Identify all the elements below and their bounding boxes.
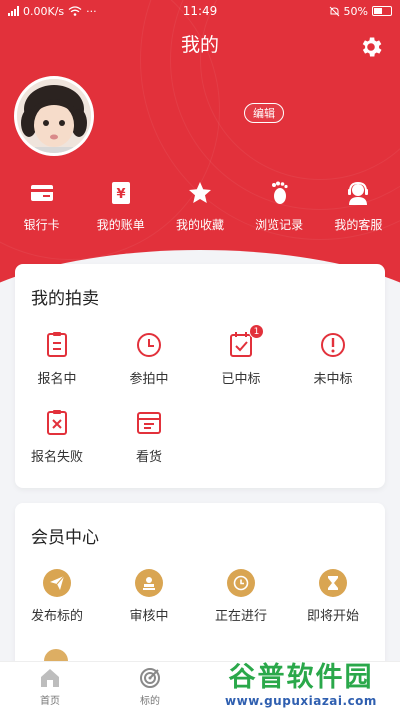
bank-card-icon xyxy=(30,185,53,201)
mute-bell-icon xyxy=(329,6,339,16)
send-icon xyxy=(43,569,71,597)
member-center-title: 会员中心 xyxy=(31,528,99,548)
my-auction-card: 我的拍卖 报名中 参拍中 1 已中标 未中标 报名失败 看货 xyxy=(15,264,385,488)
won-count-badge: 1 xyxy=(249,324,264,339)
alert-icon xyxy=(321,333,345,357)
svg-text:¥: ¥ xyxy=(116,187,125,202)
customer-service-icon xyxy=(348,181,369,205)
auction-register-failed[interactable]: 报名失败 xyxy=(17,408,97,465)
wifi-icon xyxy=(68,6,82,16)
auction-inspect-goods[interactable]: 看货 xyxy=(109,408,189,465)
member-under-review[interactable]: 审核中 xyxy=(109,569,189,624)
home-icon xyxy=(41,668,59,687)
battery-icon xyxy=(372,6,392,16)
quick-link-favorites[interactable]: 我的收藏 xyxy=(162,180,238,233)
tab-home[interactable]: 首页 xyxy=(0,662,100,711)
quick-link-my-bill[interactable]: ¥ 我的账单 xyxy=(83,180,159,233)
member-in-progress[interactable]: 正在进行 xyxy=(201,569,281,624)
quick-link-customer-service[interactable]: 我的客服 xyxy=(320,180,396,233)
network-speed: 0.00K/s xyxy=(23,4,65,18)
tab-lots[interactable]: 标的 xyxy=(100,662,200,711)
hourglass-icon xyxy=(319,569,347,597)
member-publish-lot[interactable]: 发布标的 xyxy=(17,569,97,624)
clock: 11:49 xyxy=(182,4,218,18)
bill-icon: ¥ xyxy=(111,182,130,204)
status-bar: 0.00K/s ··· 11:49 50% xyxy=(0,0,400,22)
auction-not-won[interactable]: 未中标 xyxy=(293,330,373,387)
member-center-card: 会员中心 发布标的 审核中 正在进行 即将开始 xyxy=(15,503,385,678)
member-coming-soon[interactable]: 即将开始 xyxy=(293,569,373,624)
quick-links: 银行卡 ¥ 我的账单 我的收藏 浏览记录 我的客服 xyxy=(0,180,400,233)
watermark-logo: 谷普软件园 www.gupuxiazai.com xyxy=(225,661,377,708)
register-icon xyxy=(47,332,67,357)
target-icon xyxy=(140,667,160,688)
my-auction-title: 我的拍卖 xyxy=(31,289,99,309)
quick-link-bank-card[interactable]: 银行卡 xyxy=(4,180,80,233)
clock-icon xyxy=(227,569,255,597)
star-icon xyxy=(188,182,211,203)
edit-profile-button[interactable]: 编辑 xyxy=(244,103,284,123)
clock-icon xyxy=(137,333,161,357)
inspect-goods-icon xyxy=(137,412,161,434)
stamp-icon xyxy=(135,569,163,597)
footprint-icon xyxy=(272,181,288,204)
battery-percent: 50% xyxy=(343,4,368,18)
gear-icon[interactable] xyxy=(358,34,384,60)
signal-icon xyxy=(8,6,19,16)
avatar-image xyxy=(17,79,91,153)
quick-link-history[interactable]: 浏览记录 xyxy=(241,180,317,233)
auction-won[interactable]: 1 已中标 xyxy=(201,324,281,387)
page-title: 我的 xyxy=(180,34,219,56)
auction-bidding[interactable]: 参拍中 xyxy=(109,330,189,387)
fail-icon xyxy=(47,410,67,435)
auction-registering[interactable]: 报名中 xyxy=(17,330,97,387)
avatar[interactable] xyxy=(14,76,94,156)
more-dots: ··· xyxy=(86,4,97,18)
